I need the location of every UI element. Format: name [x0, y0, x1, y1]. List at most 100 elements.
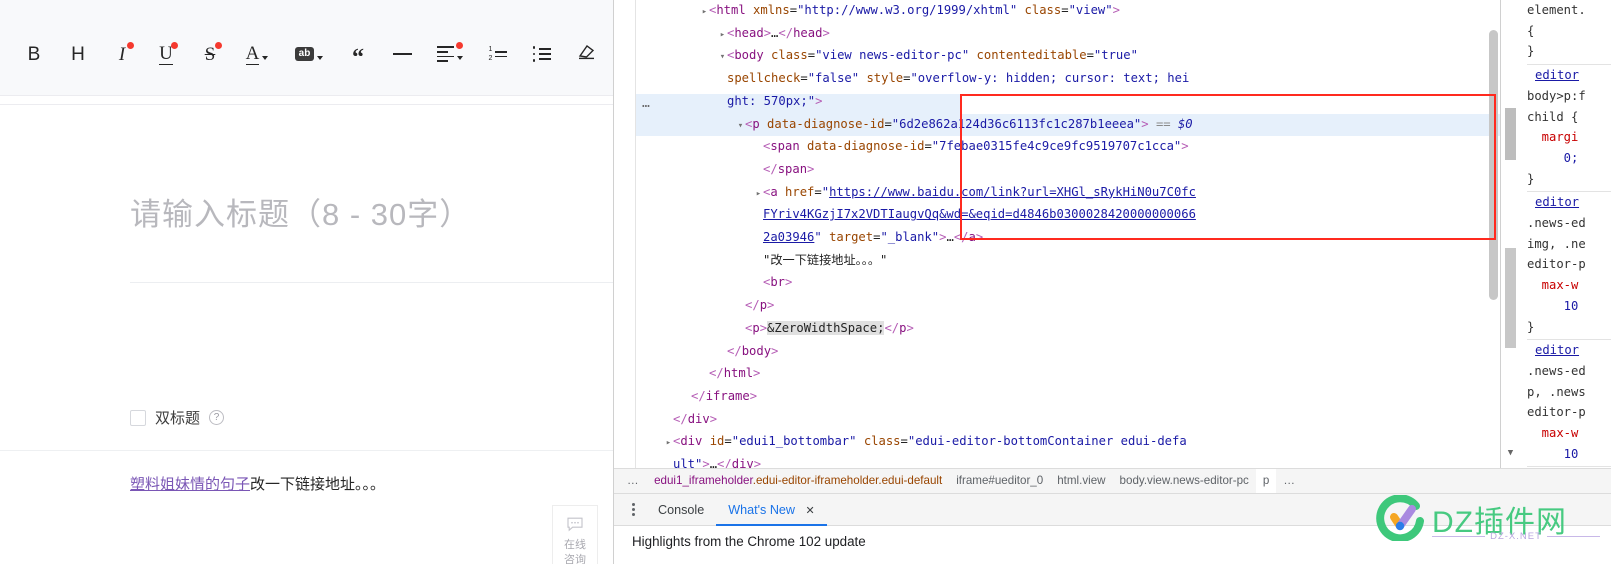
disclosure-triangle-icon[interactable]: ▸ — [700, 2, 709, 23]
devtools-panel: … ▸ <html xmlns="http://www.w3.org/1999/x… — [613, 0, 1611, 564]
style-rule-line: margi — [1527, 130, 1579, 145]
disclosure-triangle-icon[interactable]: ▸ — [754, 184, 763, 205]
disclosure-triangle-icon[interactable] — [754, 252, 763, 273]
dom-tree-line[interactable]: spellcheck="false" style="overflow-y: hi… — [636, 68, 1500, 91]
floating-service-rail: 在线 咨询 ? 问题 — [552, 505, 598, 564]
dom-tree-line[interactable]: </iframe> — [636, 386, 1500, 409]
dom-tree-line[interactable]: ▸ <a href="https://www.baidu.com/link?url… — [636, 182, 1500, 205]
disclosure-triangle-icon[interactable] — [664, 456, 673, 468]
dom-tree-line[interactable]: FYriv4KGzjI7x2VDTIaugvQq&wd=&eqid=d4846b… — [636, 204, 1500, 227]
dom-scrollbar[interactable] — [1489, 0, 1498, 468]
style-rule-line: 0; — [1527, 150, 1579, 165]
dom-tree-line[interactable]: ▸ <head>…</head> — [636, 23, 1500, 46]
dom-tree-line[interactable]: ult">…</div> — [636, 454, 1500, 468]
underline-new-badge-icon — [171, 42, 178, 49]
rail-label-line2: 咨询 — [564, 554, 586, 564]
disclosure-triangle-icon[interactable]: ▸ — [718, 25, 727, 46]
underline-button[interactable]: U — [144, 37, 188, 71]
styles-scrollbar-thumb-upper[interactable] — [1505, 108, 1516, 160]
style-rule-line: 10 — [1527, 446, 1579, 461]
disclosure-triangle-icon[interactable] — [736, 320, 745, 341]
disclosure-triangle-icon[interactable] — [718, 343, 727, 364]
align-button[interactable] — [424, 37, 476, 71]
breadcrumb-item[interactable]: p — [1255, 469, 1277, 493]
unordered-list-button[interactable] — [520, 37, 564, 71]
style-rule-line: element. — [1527, 3, 1586, 17]
style-rule[interactable]: editor .news-ed p, .news editor-p max-w 10 — [1527, 340, 1611, 468]
disclosure-triangle-icon[interactable] — [754, 138, 763, 159]
style-source-link[interactable]: editor — [1527, 192, 1611, 213]
bold-button[interactable]: B — [12, 37, 56, 71]
style-source-link[interactable]: editor — [1527, 65, 1611, 86]
disclosure-triangle-icon[interactable]: ▾ — [736, 116, 745, 137]
dom-tree-line[interactable]: </html> — [636, 363, 1500, 386]
dom-tree-line[interactable]: 2a03946" target="_blank">…</a> — [636, 227, 1500, 250]
styles-pane[interactable]: ▼ element. {} editor body>p:f child { margi … — [1500, 0, 1611, 468]
style-source-link[interactable]: editor — [1527, 340, 1611, 361]
disclosure-triangle-icon[interactable] — [754, 274, 763, 295]
font-color-button[interactable]: A — [232, 37, 282, 71]
dom-tree-line[interactable]: </body> — [636, 341, 1500, 364]
tab-whats-new[interactable]: What's New ✕ — [716, 494, 827, 526]
dom-tree-line[interactable]: </span> — [636, 159, 1500, 182]
disclosure-triangle-icon[interactable] — [754, 229, 763, 250]
close-icon[interactable]: ✕ — [806, 505, 815, 517]
dom-breadcrumb[interactable]: … edui1_iframeholder.edui-editor-iframeho… — [614, 468, 1611, 494]
breadcrumb-item[interactable]: edui1_iframeholder.edui-editor-iframehol… — [647, 469, 949, 493]
ordered-list-button[interactable]: 12 — [476, 37, 520, 71]
breadcrumb-item[interactable]: … — [620, 469, 647, 493]
dom-tree-line[interactable]: <br> — [636, 272, 1500, 295]
style-rule-line: { — [1527, 23, 1535, 38]
editor-body-paragraph[interactable]: 塑料姐妹情的句子改一下链接地址。。。 — [130, 473, 385, 494]
breadcrumb-item[interactable]: body.view.news-editor-pc — [1113, 469, 1256, 493]
dom-scrollbar-thumb[interactable] — [1489, 30, 1498, 300]
dom-tree-line[interactable]: ▸ <div id="edui1_bottombar" class="edui-e… — [636, 431, 1500, 454]
dom-tree-line[interactable]: <p>&ZeroWidthSpace;</p> — [636, 318, 1500, 341]
tab-console[interactable]: Console — [646, 494, 716, 526]
disclosure-triangle-icon[interactable] — [718, 70, 727, 91]
disclosure-triangle-icon[interactable] — [754, 161, 763, 182]
disclosure-triangle-icon[interactable] — [664, 411, 673, 432]
dom-tree-line[interactable]: <span data-diagnose-id="7febae0315fe4c9c… — [636, 136, 1500, 159]
dom-tree-line[interactable]: </p> — [636, 295, 1500, 318]
dom-tree-line[interactable]: ▾ <body class="view news-editor-pc" conte… — [636, 45, 1500, 68]
clear-format-button[interactable] — [564, 37, 608, 71]
devtools-drawer: Console What's New ✕ Highlights from the… — [614, 494, 1611, 564]
disclosure-triangle-icon[interactable] — [700, 365, 709, 386]
disclosure-triangle-icon[interactable]: ▾ — [718, 47, 727, 68]
disclosure-triangle-icon[interactable] — [682, 388, 691, 409]
dom-tree-line[interactable]: ▸ <html xmlns="http://www.w3.org/1999/xht… — [636, 0, 1500, 23]
disclosure-triangle-icon[interactable]: ▸ — [664, 433, 673, 454]
dom-tree-pane[interactable]: … ▸ <html xmlns="http://www.w3.org/1999/x… — [614, 0, 1500, 468]
body-hyperlink[interactable]: 塑料姐妹情的句子 — [130, 476, 250, 493]
dual-title-checkbox[interactable] — [130, 409, 146, 426]
dom-tree-line[interactable]: "改一下链接地址。。。" — [636, 250, 1500, 273]
chevron-down-icon[interactable]: ▼ — [1505, 443, 1516, 464]
highlight-button[interactable]: ab — [282, 37, 336, 71]
styles-scrollbar[interactable]: ▼ — [1501, 0, 1521, 468]
styles-scrollbar-thumb[interactable] — [1505, 248, 1516, 348]
disclosure-triangle-icon[interactable] — [736, 297, 745, 318]
heading-icon: H — [71, 43, 85, 65]
rail-item-online-consult[interactable]: 在线 咨询 — [553, 506, 597, 564]
style-rule[interactable]: editor .news-ed img, .ne editor-p max-w 10} — [1527, 192, 1611, 341]
dual-title-help-icon[interactable]: ? — [209, 410, 225, 425]
disclosure-triangle-icon[interactable] — [754, 206, 763, 227]
style-rule[interactable]: element. {} — [1527, 0, 1611, 66]
italic-button[interactable]: I — [100, 37, 144, 71]
dom-tree-line[interactable]: </div> — [636, 409, 1500, 432]
breadcrumb-item[interactable]: iframe#ueditor_0 — [949, 469, 1050, 493]
blockquote-button[interactable]: “ — [336, 37, 380, 71]
style-rule-line: .news-ed — [1527, 216, 1586, 231]
heading-button[interactable]: H — [56, 37, 100, 71]
horizontal-rule-button[interactable] — [380, 37, 424, 71]
dom-tree-line[interactable]: ▾ <p data-diagnose-id="6d2e862a124d36c611… — [636, 113, 1500, 137]
strikethrough-button[interactable]: S — [188, 37, 232, 71]
title-input-placeholder[interactable]: 请输入标题（8 - 30字） — [130, 189, 471, 234]
dom-tree-line[interactable]: ght: 570px;"> — [636, 91, 1500, 114]
breadcrumb-item[interactable]: … — [1276, 469, 1303, 493]
breadcrumb-item[interactable]: html.view — [1050, 469, 1112, 493]
more-options-icon[interactable] — [620, 502, 646, 517]
style-rule[interactable]: editor body>p:f child { margi 0;} — [1527, 65, 1611, 193]
disclosure-triangle-icon[interactable] — [718, 93, 727, 114]
